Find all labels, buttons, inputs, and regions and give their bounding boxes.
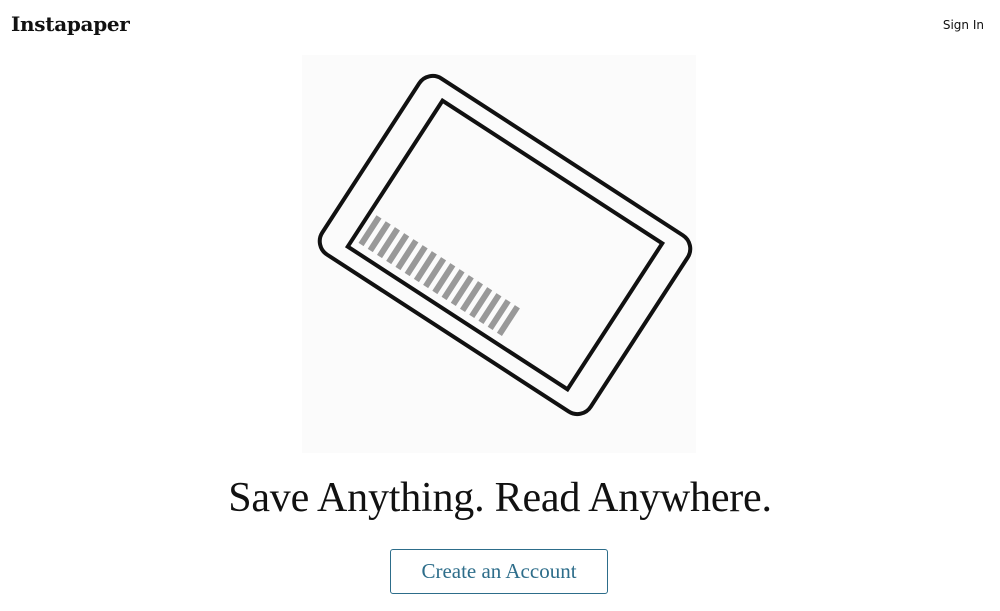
hero-tagline: Save Anything. Read Anywhere. [228, 475, 772, 521]
tablet-screen [344, 97, 666, 393]
text-lines [358, 215, 520, 337]
tablet-reading-icon [317, 73, 693, 417]
sign-in-link[interactable]: Sign In [943, 18, 984, 32]
hero-illustration [302, 55, 696, 453]
tablet-device [317, 73, 693, 417]
create-account-button[interactable]: Create an Account [390, 549, 608, 594]
instapaper-logo[interactable]: Instapaper [11, 12, 130, 36]
